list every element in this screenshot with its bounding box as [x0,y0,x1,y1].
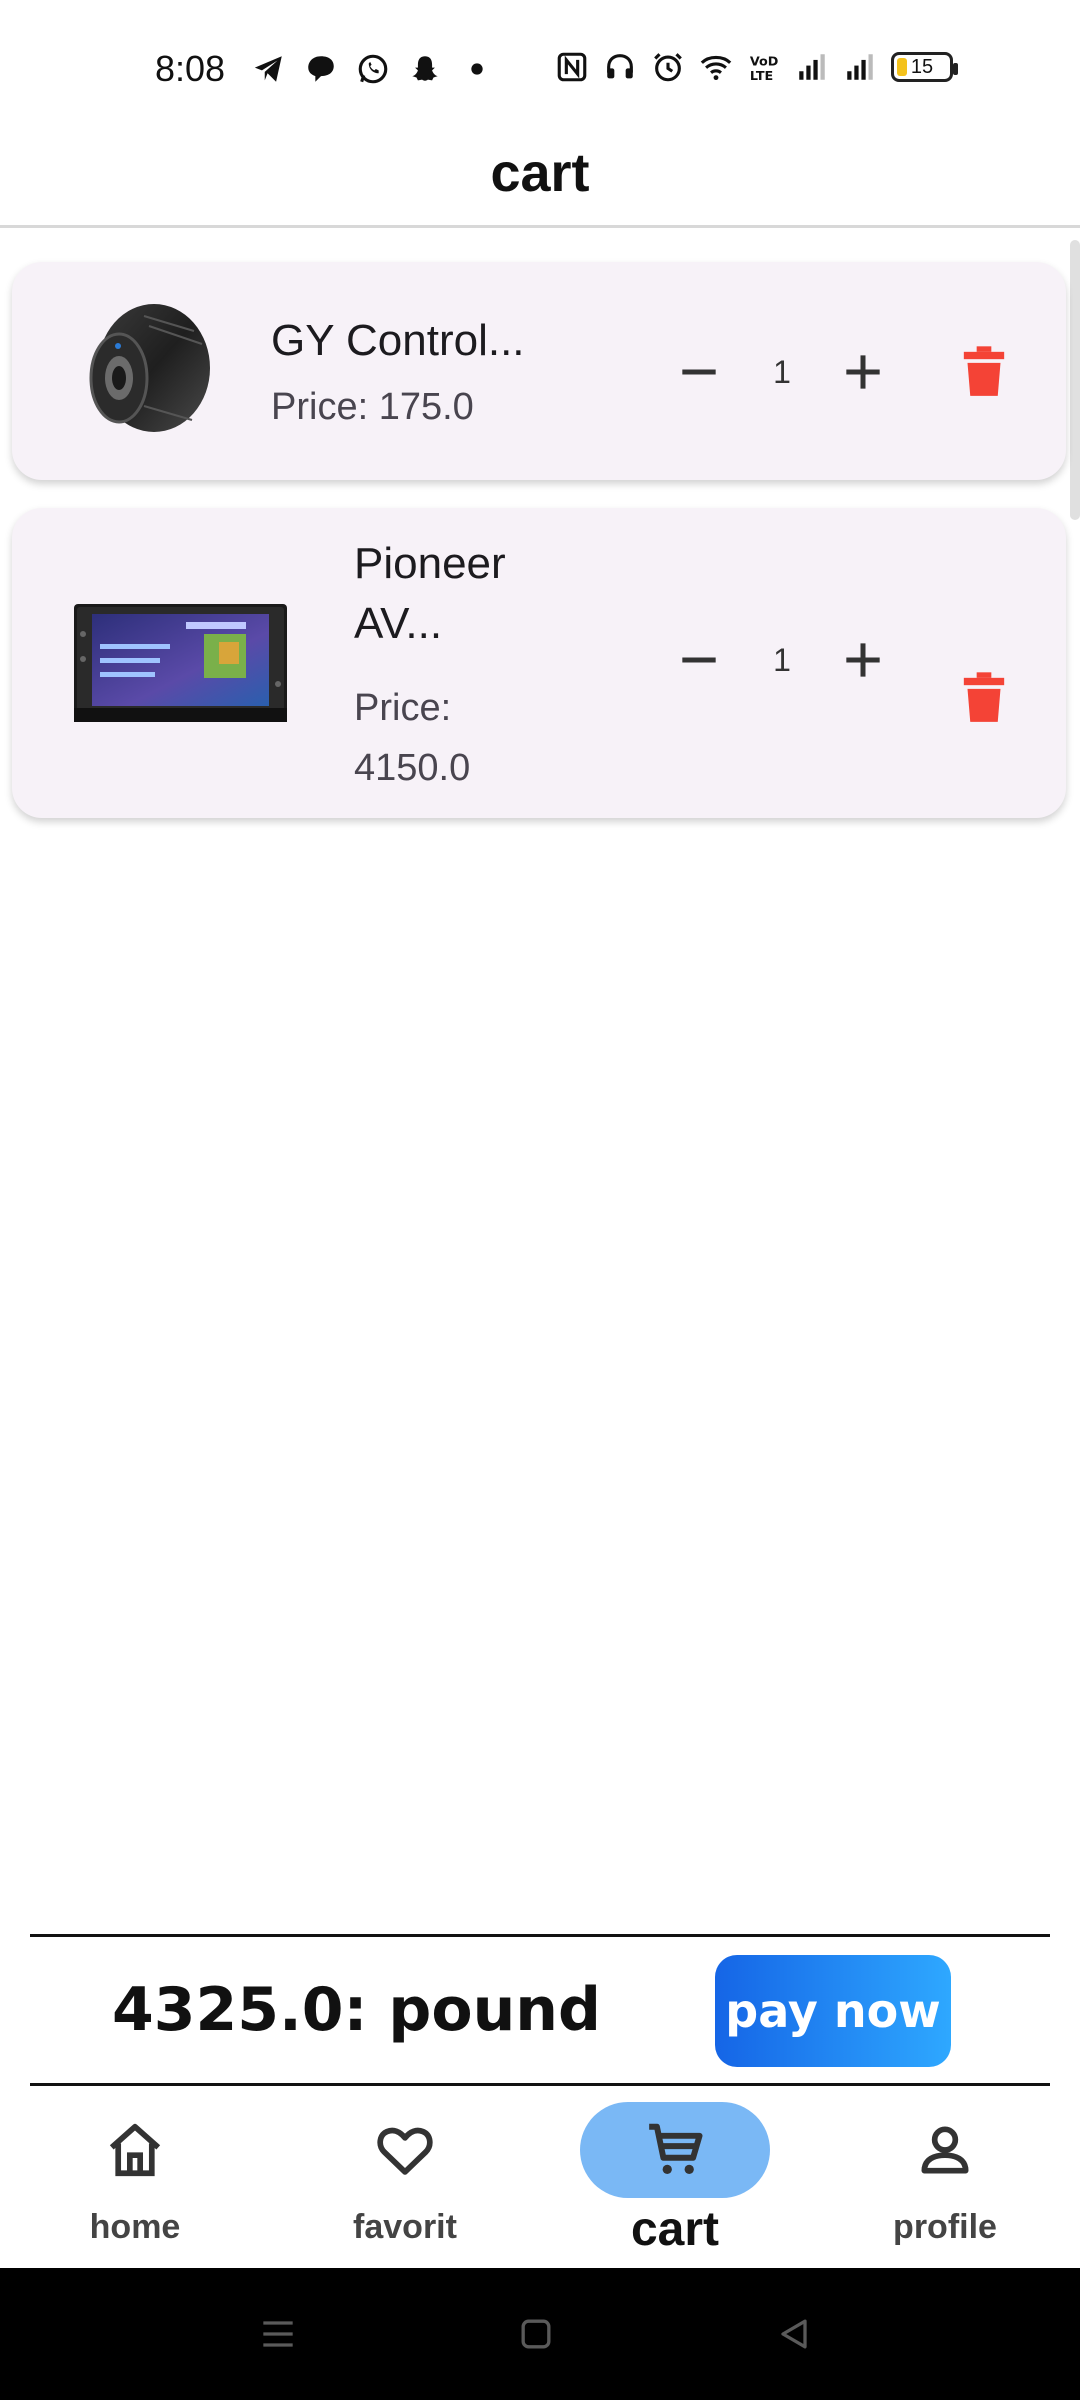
home-square-icon[interactable] [514,2312,558,2356]
cart-item[interactable]: Pioneer AV... Price: 4150.0 1 [12,508,1066,818]
heart-icon [310,2102,500,2198]
wifi-icon [699,50,733,84]
product-name: Pioneer AV... [354,539,506,648]
minus-icon [682,657,716,663]
home-icon [40,2102,230,2198]
notification-icons [252,52,494,86]
bushing-part-image [74,296,214,441]
cart-item[interactable]: GY Control... Price: 175.0 1 [12,262,1066,480]
status-time: 8:08 [155,48,226,89]
system-navigation-bar [0,2268,1080,2400]
status-bar: 8:08 VoD LTE 15 [0,0,1080,130]
checkout-bar: 4325.0: pound pay now [30,1934,1050,2086]
volte-icon: VoD LTE [747,50,781,84]
product-price: Price: 4150.0 [354,687,471,789]
scrollbar[interactable] [1070,240,1080,520]
product-price: Price: 175.0 [271,386,474,428]
battery-icon: 15 [891,52,958,82]
increase-quantity-button[interactable] [831,340,895,404]
svg-text:VoD: VoD [750,55,779,70]
cart-total: 4325.0: pound [112,1975,601,2045]
whatsapp-icon [356,52,390,86]
nav-home[interactable]: home [35,2090,235,2268]
dot-icon [460,52,494,86]
svg-text:LTE: LTE [750,69,773,84]
increase-quantity-button[interactable] [831,628,895,692]
snapchat-icon [408,52,442,86]
nav-label: profile [893,2208,997,2246]
decrease-quantity-button[interactable] [667,340,731,404]
person-icon [850,2102,1040,2198]
app-bar: cart [0,120,1080,228]
car-stereo-image [74,604,287,722]
pay-now-button[interactable]: pay now [715,1955,951,2067]
quantity-value: 1 [773,642,791,678]
back-triangle-icon[interactable] [772,2312,816,2356]
nav-label: cart [630,2203,720,2256]
nav-profile[interactable]: profile [845,2090,1045,2268]
telegram-icon [252,52,286,86]
nav-cart[interactable]: cart [575,2090,775,2268]
menu-icon[interactable] [256,2312,300,2356]
delete-item-button[interactable] [954,663,1014,733]
quantity-value: 1 [773,354,791,390]
alarm-icon [651,50,685,84]
decrease-quantity-button[interactable] [667,628,731,692]
trash-icon [963,672,1005,722]
system-status-icons: VoD LTE 15 [555,50,958,84]
delete-item-button[interactable] [954,337,1014,407]
headphones-icon [603,50,637,84]
nav-label: home [89,2208,181,2246]
trash-icon [963,346,1005,396]
battery-level: 15 [910,55,934,78]
nav-favorit[interactable]: favorit [305,2090,505,2268]
product-name: GY Control... [271,316,525,365]
chat-bubble-icon [304,52,338,86]
signal-icon [843,50,877,84]
plus-icon [846,355,880,389]
bottom-navigation: home favorit cart profile [0,2090,1080,2268]
nfc-icon [555,50,589,84]
plus-icon [846,643,880,677]
signal-icon [795,50,829,84]
page-title: cart [490,142,590,203]
cart-icon [580,2102,770,2198]
minus-icon [682,369,716,375]
nav-label: favorit [353,2208,457,2246]
